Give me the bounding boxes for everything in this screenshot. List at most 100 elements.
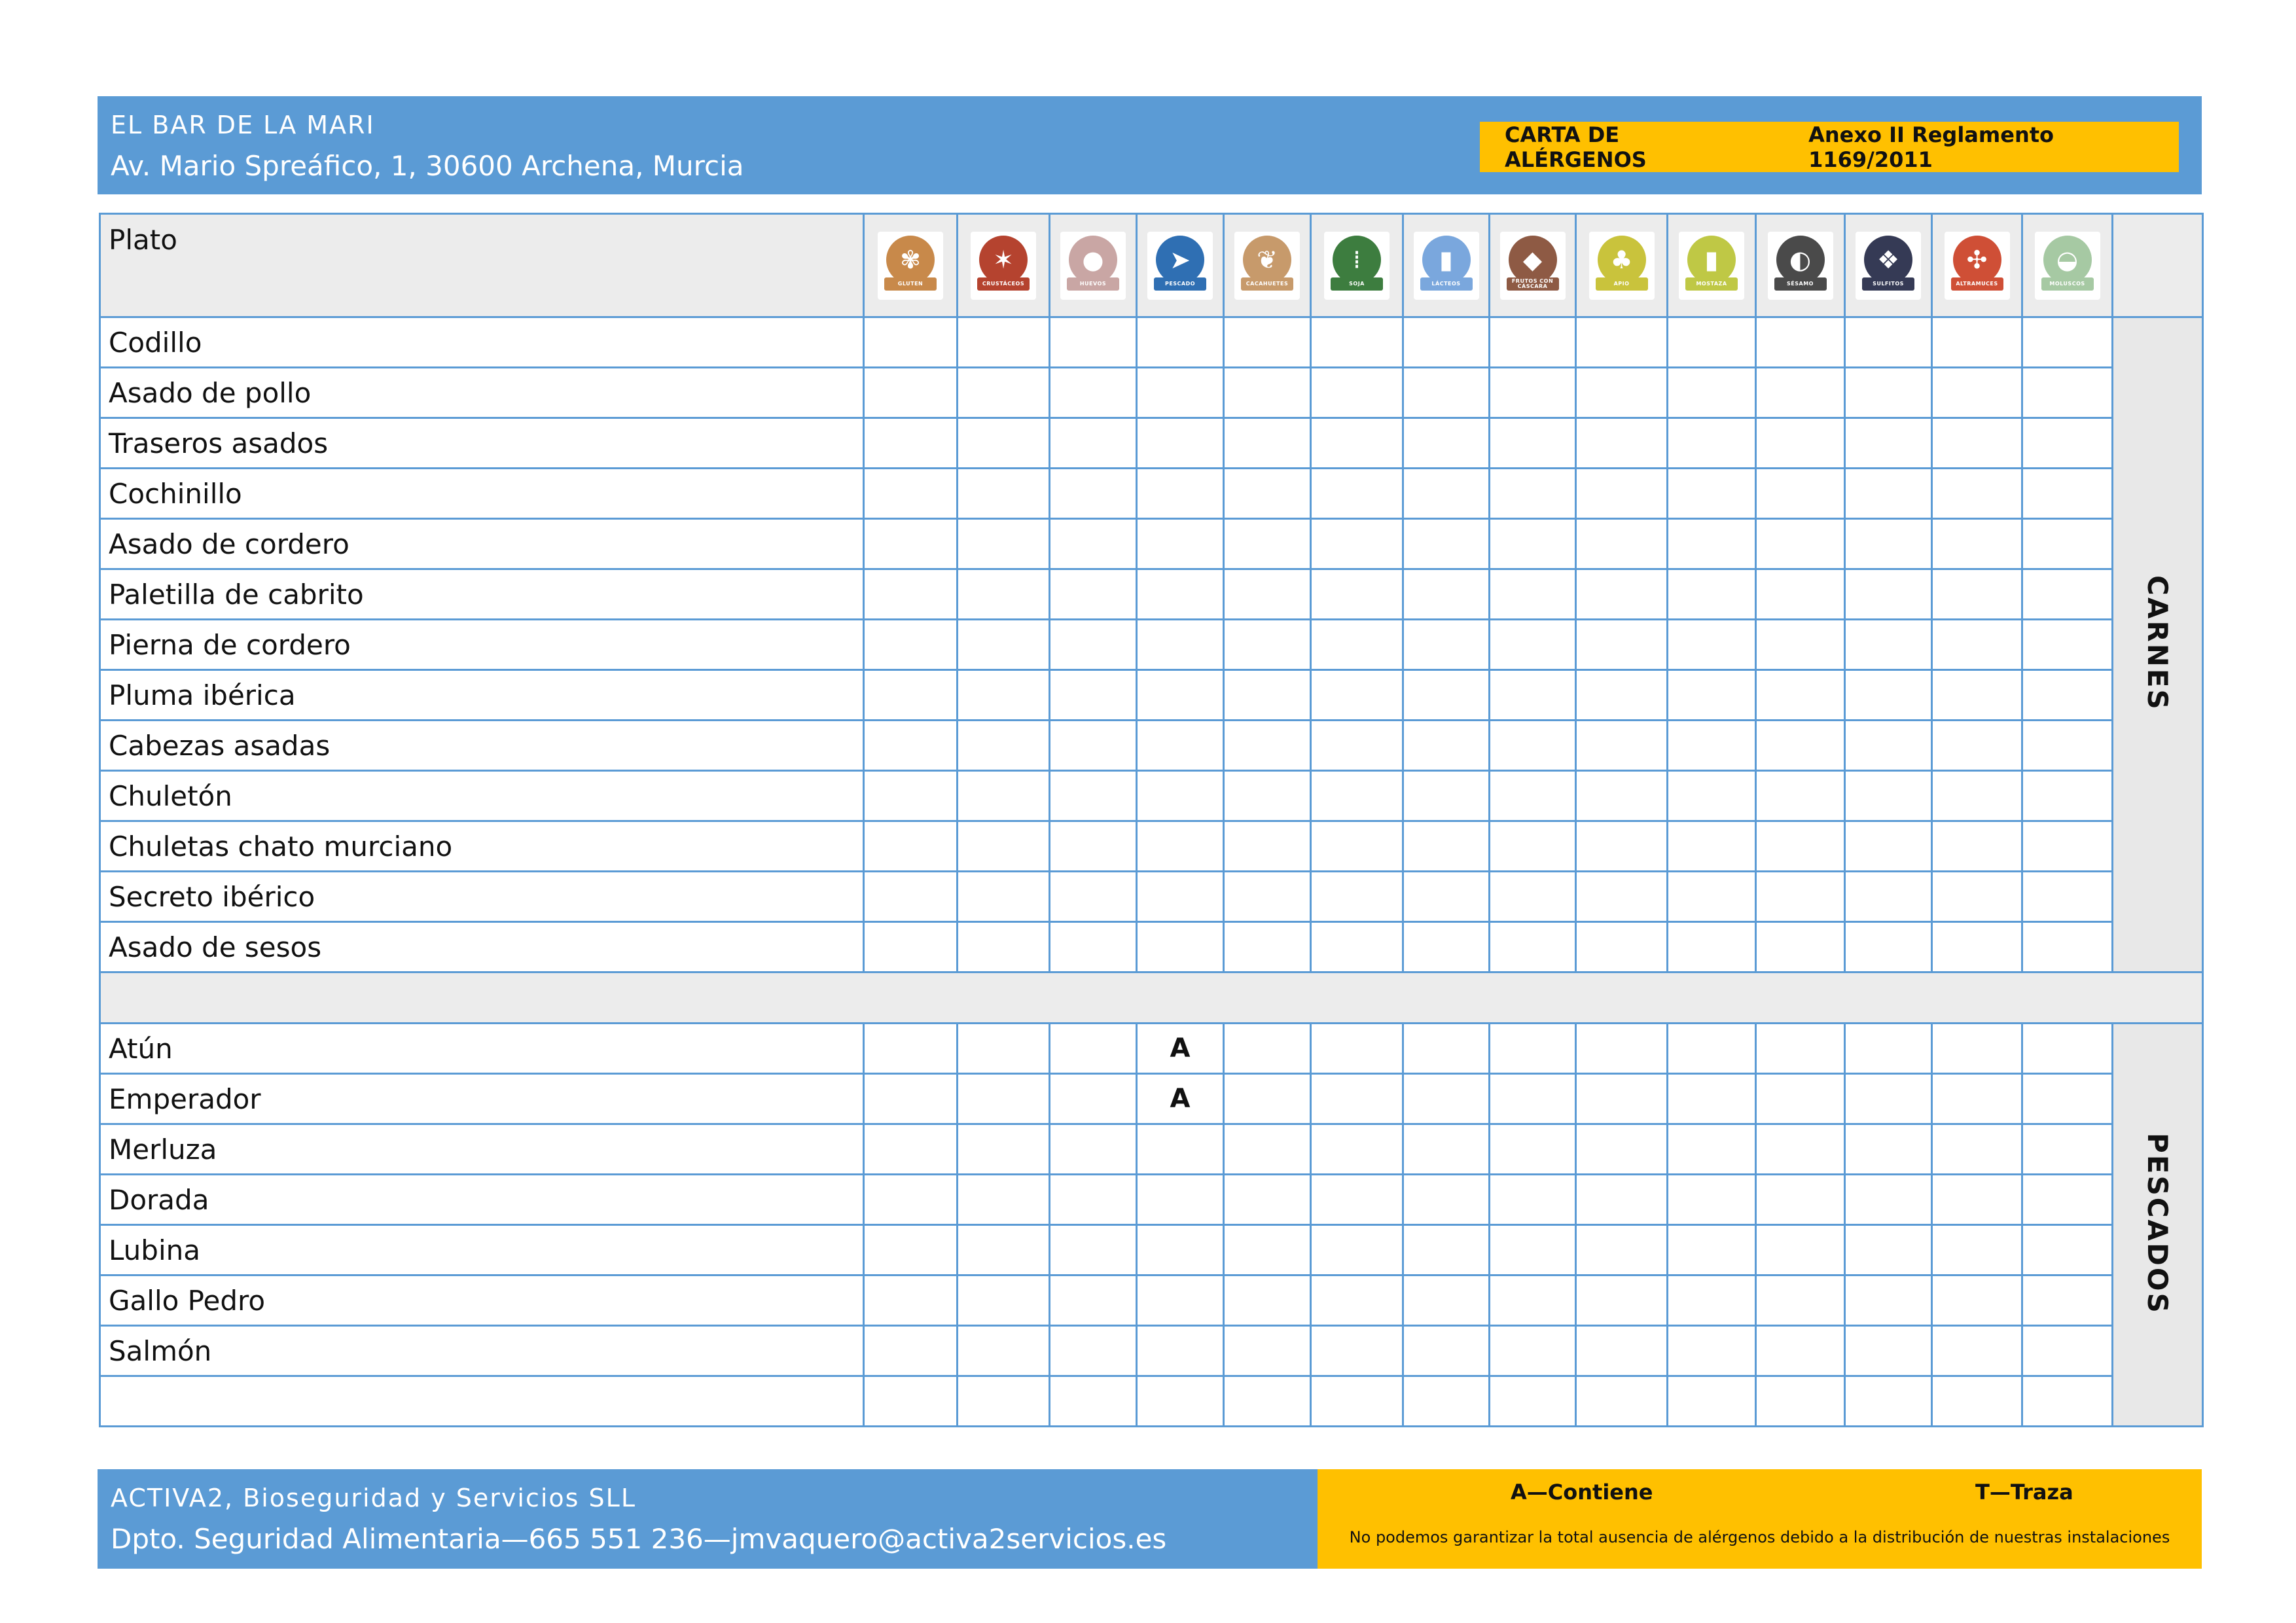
allergen-cell [1049,366,1138,419]
allergen-cell [1931,770,2023,822]
allergen-cell [1844,568,1933,620]
allergen-cell [1310,921,1404,973]
sulfite-icon: ❖ SULFITOS [1856,231,1921,300]
allergen-cell [1488,316,1577,368]
allergen-cell [956,1274,1050,1327]
allergen-label: SULFITOS [1862,277,1914,291]
allergen-cell [1931,467,2023,520]
title-badge: CARTA DE ALÉRGENOS Anexo II Reglamento 1… [1480,122,2179,172]
allergen-cell [1310,1073,1404,1125]
allergen-cell [1488,921,1577,973]
allergen-cell [1575,568,1668,620]
allergen-cell [1666,1073,1757,1125]
allergen-cell [1931,820,2023,872]
allergen-label: APIO [1595,277,1648,291]
allergen-cell [863,870,958,923]
allergen-header: ➤ PESCADO [1136,213,1225,318]
allergen-cell [1402,618,1490,671]
allergen-cell [1310,417,1404,469]
allergen-cell [1931,316,2023,368]
allergen-cell [1755,820,1846,872]
allergen-cell [1136,518,1225,570]
allergen-cell [863,316,958,368]
allergen-cell [1666,1224,1757,1276]
allergen-cell [1575,870,1668,923]
allergen-cell [1223,1274,1312,1327]
allergen-cell [863,1224,958,1276]
dish-column-header: Plato [99,213,865,318]
allergen-cell [1844,921,1933,973]
allergen-cell [1136,366,1225,419]
allergen-cell [1666,1173,1757,1226]
allergen-cell [1931,1274,2023,1327]
allergen-cell [1402,417,1490,469]
allergen-cell [1136,820,1225,872]
allergen-icon-disc: ● [1069,235,1117,284]
fish-icon: ➤ PESCADO [1147,231,1213,300]
section-column-header [2111,213,2204,318]
allergen-cell [1931,1224,2023,1276]
allergen-cell [1310,1173,1404,1226]
allergen-label: PESCADO [1154,277,1206,291]
allergen-cell [1666,316,1757,368]
footer-bar: ACTIVA2, Bioseguridad y Servicios SLL Dp… [98,1469,2202,1569]
allergen-cell [1575,669,1668,721]
allergen-cell [1755,1173,1846,1226]
allergen-cell [1931,1375,2023,1427]
allergen-cell [1575,1375,1668,1427]
allergen-cell [1575,618,1668,671]
table-header-row: Plato ✾ GLUTEN ✶ CRUSTÁCEOS ● HUEVOS ➤ PESCADO ❦ C… [99,213,2204,318]
allergen-cell [1488,618,1577,671]
allergen-cell [1310,770,1404,822]
allergen-cell [1223,467,1312,520]
allergen-cell [1049,719,1138,772]
allergen-cell [1488,518,1577,570]
allergen-cell [1755,1073,1846,1125]
allergen-cell [2021,669,2113,721]
section-label-cell: PESCADOS [2111,1022,2204,1427]
allergen-cell [1666,1022,1757,1075]
mustard-icon: ▮ MOSTAZA [1679,231,1744,300]
allergen-cell [2021,770,2113,822]
allergen-cell [1755,870,1846,923]
allergen-cell [956,518,1050,570]
allergen-cell [1931,1325,2023,1377]
allergen-cell [1223,669,1312,721]
allergen-cell [1136,1325,1225,1377]
allergen-cell [1049,669,1138,721]
allergen-cell [1310,518,1404,570]
allergen-cell [1755,1325,1846,1377]
allergen-cell [1136,1375,1225,1427]
allergen-cell [1844,1375,1933,1427]
allergen-cell [956,417,1050,469]
allergen-cell [1755,1123,1846,1175]
allergen-cell [2021,870,2113,923]
dish-name: Asado de cordero [99,518,865,570]
allergen-cell [1755,568,1846,620]
dish-name: Chuletón [99,770,865,822]
allergen-cell [1488,1022,1577,1075]
table-row: Merluza [99,1123,2203,1175]
allergen-cell [1844,1173,1933,1226]
table-row: Secreto ibérico [99,870,2203,923]
allergen-cell [1575,366,1668,419]
allergen-cell [1844,1073,1933,1125]
allergen-cell [1402,1173,1490,1226]
allergen-cell [1755,366,1846,419]
allergen-cell [1488,870,1577,923]
section-label-cell: CARNES [2111,316,2204,973]
table-row: Gallo Pedro [99,1274,2203,1327]
dish-name: Chuletas chato murciano [99,820,865,872]
allergen-cell [1310,1123,1404,1175]
allergen-cell [1310,568,1404,620]
allergen-cell [1755,719,1846,772]
allergen-icon-disc: ✾ [886,235,935,284]
allergen-cell [2021,1173,2113,1226]
badge-title: CARTA DE ALÉRGENOS [1505,122,1647,172]
badge-regulation: Anexo II Reglamento 1169/2011 [1808,122,2054,172]
allergen-cell [1402,669,1490,721]
allergen-cell [1844,1022,1933,1075]
allergen-label: ALTRAMUCES [1950,277,2003,291]
allergen-cell [1844,518,1933,570]
allergen-cell [1844,719,1933,772]
